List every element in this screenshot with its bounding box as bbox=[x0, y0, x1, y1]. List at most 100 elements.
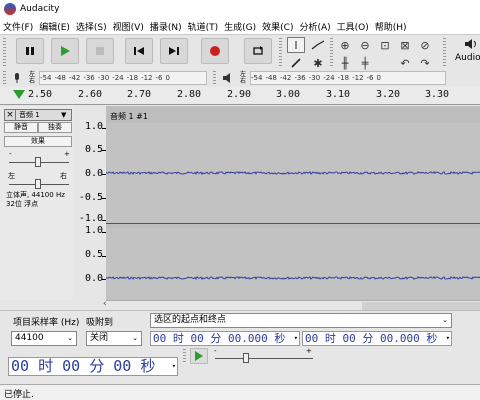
ruler-tick: 3.00 bbox=[276, 89, 301, 100]
pause-button[interactable] bbox=[16, 38, 44, 64]
toolbar-grip[interactable] bbox=[3, 71, 6, 85]
stop-button[interactable] bbox=[86, 38, 114, 64]
track-menu-icon[interactable]: ▼ bbox=[61, 111, 71, 119]
play-at-speed-button[interactable] bbox=[190, 348, 208, 364]
zoom-in-button[interactable]: ⊕ bbox=[336, 37, 354, 53]
axis-label: -0.5 bbox=[78, 192, 103, 203]
toolbar-grip[interactable] bbox=[443, 38, 446, 66]
effects-button[interactable]: 效果 bbox=[4, 136, 72, 147]
audacity-logo-icon bbox=[4, 3, 16, 15]
asterisk-icon: ✱ bbox=[313, 56, 323, 70]
solo-button[interactable]: 独奏 bbox=[38, 122, 72, 133]
undo-button[interactable]: ↶ bbox=[396, 55, 414, 71]
envelope-tool-button[interactable] bbox=[309, 37, 327, 53]
speed-slider-thumb[interactable] bbox=[243, 353, 249, 363]
chevron-down-icon: ▾ bbox=[445, 334, 450, 342]
pencil-icon bbox=[291, 58, 301, 68]
skip-to-end-button[interactable] bbox=[160, 38, 188, 64]
project-rate-select[interactable]: 44100 ⌄ bbox=[11, 331, 77, 346]
ruler-tick: 2.60 bbox=[78, 89, 103, 100]
menu-help[interactable]: 帮助(H) bbox=[372, 20, 410, 33]
waveform-area[interactable]: 音频 1 #1 bbox=[106, 106, 480, 300]
audio-setup-label: Audio bbox=[455, 53, 480, 63]
right-channel-waveform[interactable] bbox=[106, 228, 480, 300]
amplitude-axis: 1.0 0.5 0.0 -0.5 -1.0 1.0 0.5 0.0 bbox=[73, 106, 106, 300]
toolbar-grip[interactable] bbox=[3, 38, 6, 66]
menu-tracks[interactable]: 轨道(T) bbox=[185, 20, 222, 33]
menu-tools[interactable]: 工具(O) bbox=[334, 20, 372, 33]
mute-button[interactable]: 静音 bbox=[4, 122, 38, 133]
menu-transport[interactable]: 播录(N) bbox=[147, 20, 185, 33]
pause-icon bbox=[26, 47, 34, 55]
horizontal-scrollbar[interactable]: ‹ bbox=[103, 299, 480, 310]
channel-divider bbox=[106, 223, 480, 224]
silence-audio-icon: ╪ bbox=[361, 56, 369, 70]
toolbar-grip[interactable] bbox=[330, 38, 333, 66]
toolbar-grip[interactable] bbox=[213, 71, 216, 85]
menu-generate[interactable]: 生成(G) bbox=[221, 20, 259, 33]
recording-meter[interactable]: -54 -48 -42 -36 -30 -24 -18 -12 -6 0 bbox=[39, 71, 207, 85]
ruler-tick: 2.90 bbox=[227, 89, 252, 100]
toolbar-grip[interactable] bbox=[183, 349, 186, 363]
toolbar-grip[interactable] bbox=[279, 38, 282, 66]
ruler-tick: 2.80 bbox=[177, 89, 202, 100]
record-button[interactable] bbox=[201, 38, 229, 64]
trim-button[interactable]: ╫ bbox=[336, 55, 354, 71]
axis-label: 0.0 bbox=[84, 168, 103, 179]
record-icon bbox=[210, 46, 220, 56]
audio-setup-button[interactable]: Audio bbox=[455, 38, 480, 66]
silence-button[interactable]: ╪ bbox=[356, 55, 374, 71]
draw-tool-button[interactable] bbox=[287, 55, 305, 71]
zoom-out-button[interactable]: ⊖ bbox=[356, 37, 374, 53]
play-head-icon[interactable] bbox=[13, 90, 25, 99]
gain-slider-thumb[interactable] bbox=[35, 157, 41, 167]
menu-file[interactable]: 文件(F) bbox=[0, 20, 36, 33]
zoom-toggle-button[interactable]: ⊘ bbox=[416, 37, 434, 53]
pan-left-label: 左 bbox=[8, 172, 15, 180]
multi-tool-button[interactable]: ✱ bbox=[309, 55, 327, 71]
speaker-icon bbox=[465, 39, 476, 49]
playback-speaker-icon[interactable] bbox=[222, 72, 234, 84]
stop-icon bbox=[96, 47, 104, 55]
ruler-tick: 3.30 bbox=[425, 89, 450, 100]
selection-mode-select[interactable]: 选区的起点和终点 ⌄ bbox=[150, 313, 452, 328]
chevron-down-icon: ⌄ bbox=[132, 334, 138, 342]
audio-position-time[interactable]: 00 时 00 分 00 秒 ▾ bbox=[8, 357, 178, 376]
close-track-icon[interactable]: × bbox=[5, 110, 16, 120]
snap-to-label: 吸附到 bbox=[86, 318, 114, 328]
loop-button[interactable] bbox=[244, 38, 272, 64]
pan-slider-thumb[interactable] bbox=[35, 179, 41, 189]
selection-end-time[interactable]: 00 时 00 分 00.000 秒 ▾ bbox=[302, 331, 452, 346]
clip-title-bar[interactable]: 音频 1 #1 bbox=[106, 109, 480, 123]
menu-analyze[interactable]: 分析(A) bbox=[296, 20, 333, 33]
rec-meter-lr: 左 右 bbox=[29, 71, 36, 85]
scrollbar-thumb[interactable] bbox=[362, 302, 480, 310]
menu-edit[interactable]: 编辑(E) bbox=[36, 20, 73, 33]
play-button[interactable] bbox=[51, 38, 79, 64]
ruler-tick: 3.10 bbox=[326, 89, 351, 100]
track-name[interactable]: 音频 1 bbox=[16, 110, 61, 120]
fit-project-button[interactable]: ⊠ bbox=[396, 37, 414, 53]
microphone-icon[interactable] bbox=[12, 72, 22, 84]
selection-tool-button[interactable]: I bbox=[287, 37, 305, 53]
track-info-bits: 32位 浮点 bbox=[6, 200, 39, 208]
menu-view[interactable]: 视图(V) bbox=[110, 20, 147, 33]
axis-label: 1.0 bbox=[84, 225, 103, 236]
gain-minus-label: - bbox=[9, 150, 12, 158]
redo-button[interactable]: ↷ bbox=[416, 55, 434, 71]
speed-slider-track[interactable] bbox=[215, 358, 313, 359]
selection-start-time[interactable]: 00 时 00 分 00.000 秒 ▾ bbox=[150, 331, 300, 346]
ruler-tick: 3.20 bbox=[376, 89, 401, 100]
fit-selection-button[interactable]: ⊡ bbox=[376, 37, 394, 53]
menu-effect[interactable]: 效果(C) bbox=[259, 20, 296, 33]
scroll-left-icon[interactable]: ‹ bbox=[103, 299, 107, 309]
playback-meter[interactable]: -54 -48 -42 -36 -30 -24 -18 -12 -6 0 bbox=[250, 71, 446, 85]
left-channel-waveform[interactable] bbox=[106, 123, 480, 223]
timeline-ruler[interactable]: 2.50 2.60 2.70 2.80 2.90 3.00 3.10 3.20 … bbox=[0, 87, 480, 105]
menu-select[interactable]: 选择(S) bbox=[73, 20, 110, 33]
chevron-down-icon: ⌄ bbox=[442, 316, 448, 324]
snap-to-select[interactable]: 关闭 ⌄ bbox=[86, 331, 142, 346]
axis-label: 0.5 bbox=[84, 144, 103, 155]
skip-to-start-button[interactable] bbox=[125, 38, 153, 64]
speed-minus-label: - bbox=[214, 347, 217, 355]
